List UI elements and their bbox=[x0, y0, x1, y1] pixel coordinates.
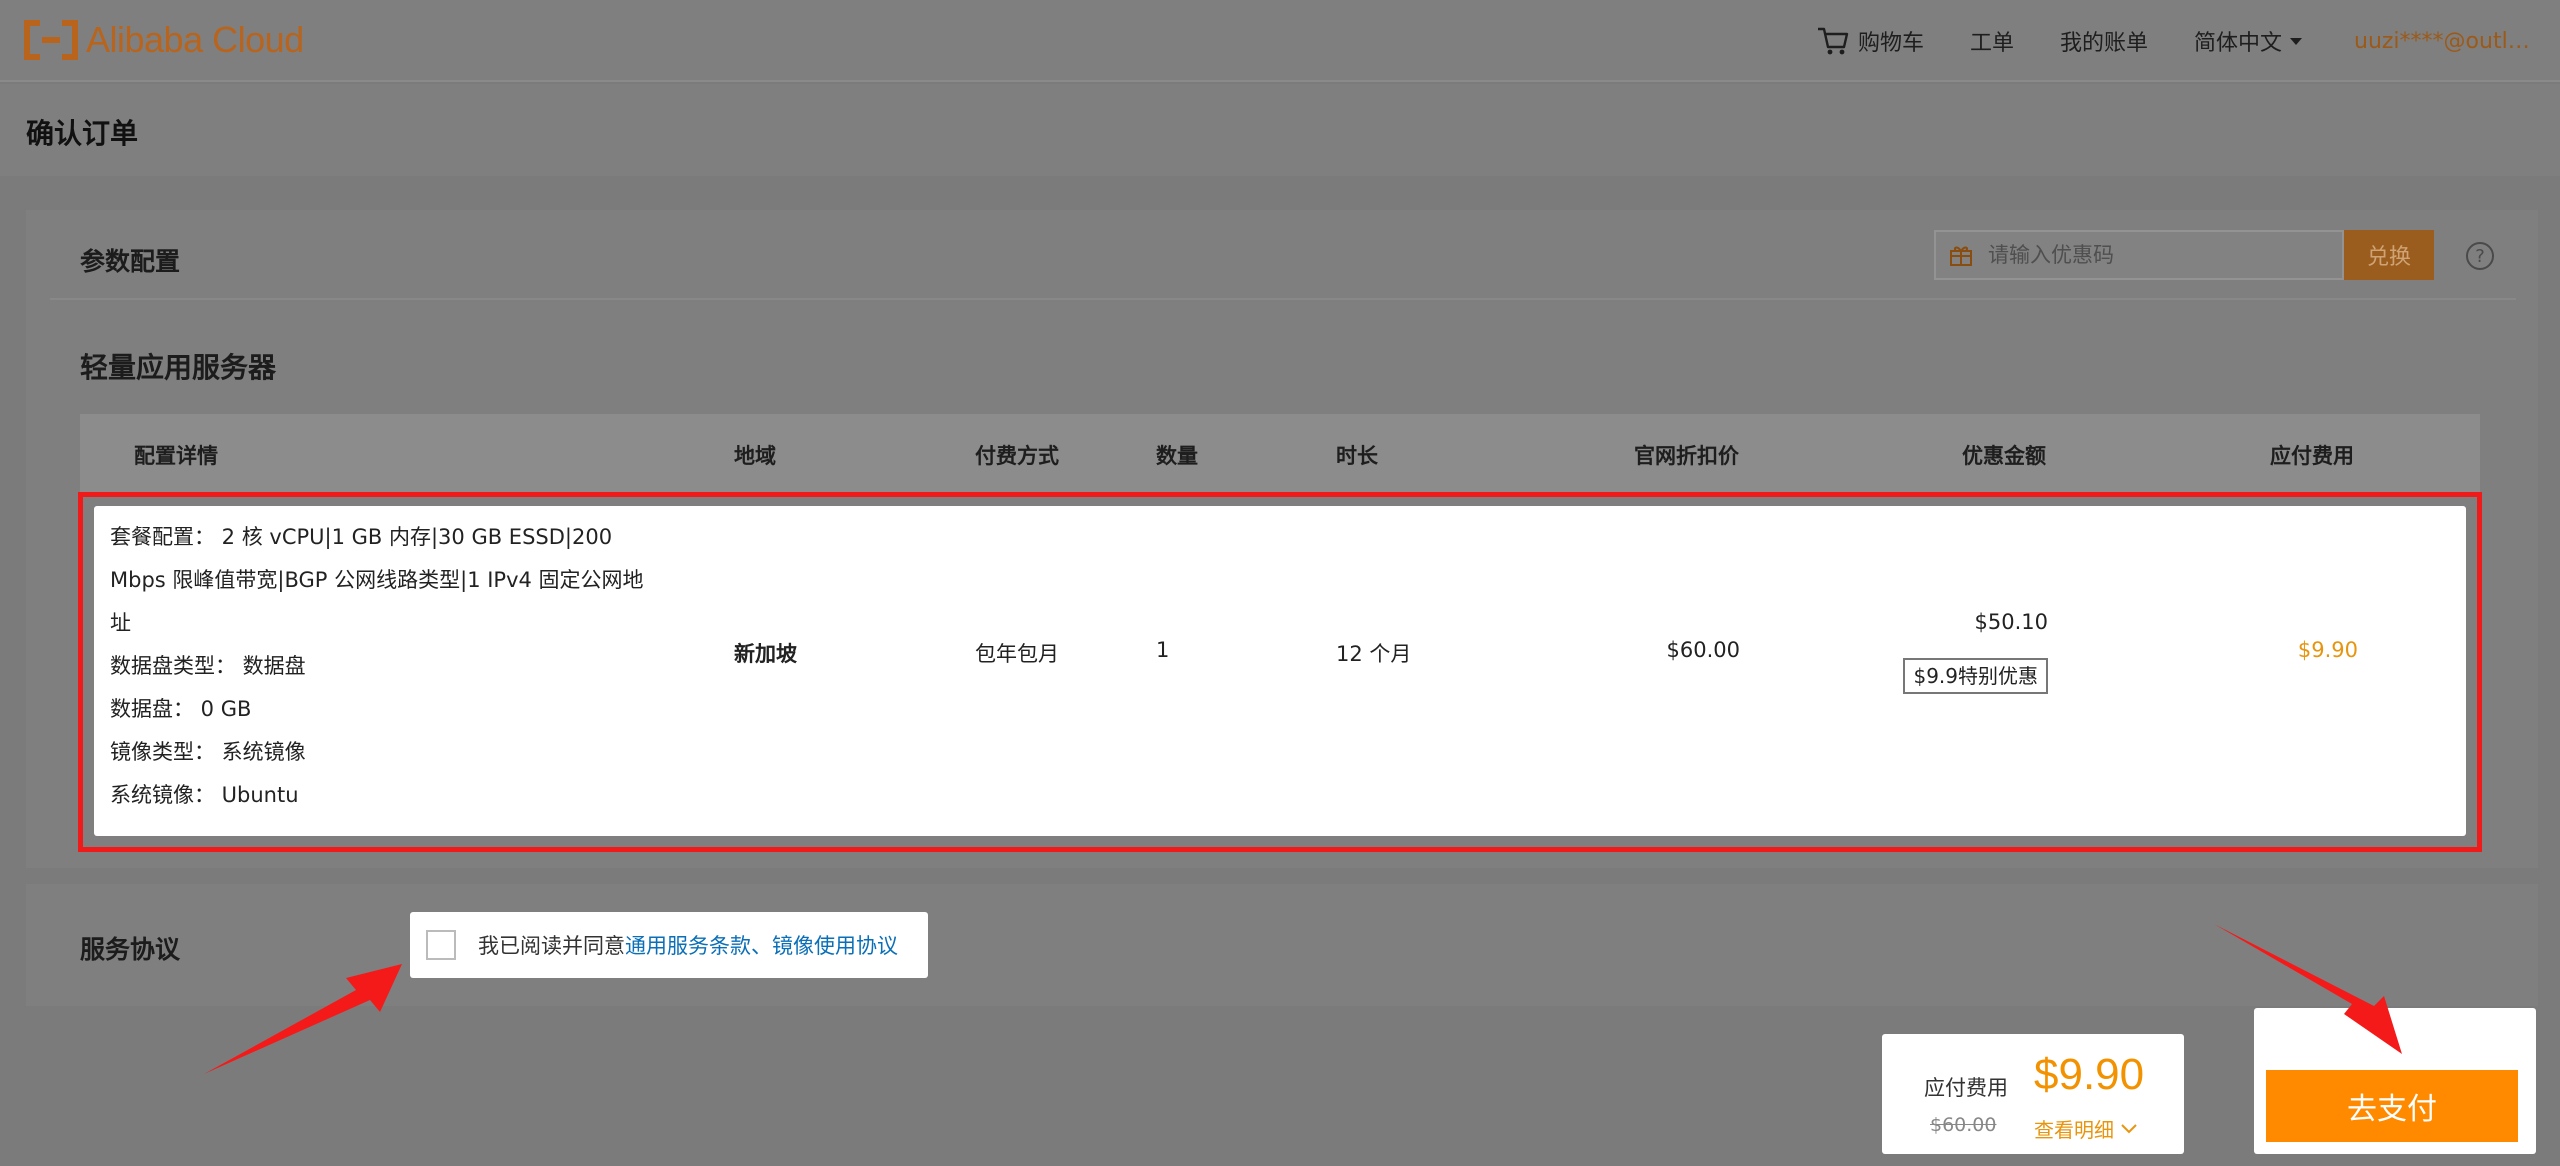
payable-value: $9.90 bbox=[2297, 638, 2358, 662]
coupon-field bbox=[1934, 230, 2344, 280]
billing-value: 包年包月 bbox=[975, 642, 1059, 666]
summary-label: 应付费用 bbox=[1924, 1076, 2008, 1100]
column-header-list-price: 官网折扣价 bbox=[1634, 444, 1739, 468]
language-selector[interactable]: 简体中文 bbox=[2194, 25, 2302, 57]
quantity-value: 1 bbox=[1156, 638, 1170, 662]
product-title: 轻量应用服务器 bbox=[80, 351, 277, 384]
detail-line: 址 bbox=[110, 611, 131, 635]
column-header-billing: 付费方式 bbox=[975, 444, 1059, 468]
price-summary: 应付费用 $9.90 $60.00 查看明细 bbox=[1882, 1034, 2184, 1154]
user-account-menu[interactable]: uuzi****@outlo... bbox=[2354, 29, 2534, 54]
terms-link[interactable]: 通用服务条款、镜像使用协议 bbox=[625, 930, 898, 960]
coupon-input[interactable] bbox=[1988, 232, 2342, 278]
page-title-bar: 确认订单 bbox=[0, 84, 2560, 176]
duration-value: 12 个月 bbox=[1336, 642, 1412, 666]
agreement-checkbox[interactable] bbox=[426, 930, 456, 960]
nav-cart-label: 购物车 bbox=[1857, 31, 1924, 56]
agreement-label: 服务协议 bbox=[80, 935, 181, 964]
column-header-quantity: 数量 bbox=[1156, 444, 1198, 468]
config-details: 套餐配置： 2 核 vCPU|1 GB 内存|30 GB ESSD|200 Mb… bbox=[110, 516, 670, 817]
detail-line: 系统镜像： Ubuntu bbox=[110, 783, 299, 807]
top-navigation-bar: Alibaba Cloud 购物车 工单 我的账单 简体中文 uuzi****@… bbox=[0, 0, 2560, 82]
page-title: 确认订单 bbox=[26, 117, 139, 150]
agreement-section: 服务协议 我已阅读并同意 通用服务条款、镜像使用协议 bbox=[26, 884, 2538, 1006]
redeem-button[interactable]: 兑换 bbox=[2344, 230, 2434, 280]
view-details-label: 查看明细 bbox=[2034, 1118, 2114, 1142]
divider bbox=[50, 298, 2516, 300]
column-header-region: 地域 bbox=[734, 444, 776, 468]
agreement-text: 我已阅读并同意 bbox=[478, 934, 625, 958]
detail-line: Mbps 限峰值带宽|BGP 公网线路类型|1 IPv4 固定公网地 bbox=[110, 568, 644, 592]
gift-icon bbox=[1950, 246, 1972, 266]
detail-line: 数据盘： 0 GB bbox=[110, 697, 252, 721]
chevron-down-icon bbox=[2290, 37, 2302, 45]
order-table-header: 配置详情 地域 付费方式 数量 时长 官网折扣价 优惠金额 应付费用 bbox=[80, 414, 2480, 496]
column-header-config: 配置详情 bbox=[134, 444, 218, 468]
chevron-down-icon bbox=[2121, 1123, 2137, 1133]
order-config-card: 参数配置 兑换 ? 轻量应用服务器 配置详情 地域 付费方式 数量 时长 官网折… bbox=[26, 210, 2538, 868]
header-nav: 购物车 工单 我的账单 简体中文 uuzi****@outlo... bbox=[1770, 0, 2534, 82]
summary-price: $9.90 bbox=[2034, 1050, 2145, 1099]
language-label: 简体中文 bbox=[2193, 31, 2282, 56]
alibaba-cloud-logo[interactable]: Alibaba Cloud bbox=[24, 18, 304, 62]
detail-line: 数据盘类型： 数据盘 bbox=[110, 654, 306, 678]
promo-badge: $9.9特别优惠 bbox=[1903, 658, 2048, 694]
detail-line: 套餐配置： 2 核 vCPU|1 GB 内存|30 GB ESSD|200 bbox=[110, 525, 613, 549]
column-header-discount: 优惠金额 bbox=[1962, 444, 2046, 468]
pay-button-container: 去支付 bbox=[2254, 1008, 2536, 1154]
alibaba-logo-icon bbox=[24, 20, 78, 60]
nav-cart[interactable]: 购物车 bbox=[1816, 25, 1924, 57]
help-icon[interactable]: ? bbox=[2466, 242, 2494, 270]
list-price-value: $60.00 bbox=[1666, 638, 1740, 662]
column-header-payable: 应付费用 bbox=[2270, 444, 2354, 468]
discount-amount: $50.10 bbox=[1974, 610, 2048, 634]
detail-line: 镜像类型： 系统镜像 bbox=[110, 740, 306, 764]
pay-button[interactable]: 去支付 bbox=[2266, 1070, 2518, 1142]
agreement-box: 我已阅读并同意 通用服务条款、镜像使用协议 bbox=[410, 912, 928, 978]
table-row: 套餐配置： 2 核 vCPU|1 GB 内存|30 GB ESSD|200 Mb… bbox=[94, 506, 2466, 836]
logo-text: Alibaba Cloud bbox=[86, 19, 304, 60]
region-value: 新加坡 bbox=[734, 642, 797, 666]
shopping-cart-icon bbox=[1817, 27, 1849, 55]
original-price: $60.00 bbox=[1930, 1114, 1997, 1136]
view-details-link[interactable]: 查看明细 bbox=[2034, 1114, 2138, 1143]
nav-bill[interactable]: 我的账单 bbox=[2060, 25, 2148, 57]
nav-ticket[interactable]: 工单 bbox=[1970, 25, 2014, 57]
column-header-duration: 时长 bbox=[1336, 444, 1378, 468]
config-section-label: 参数配置 bbox=[80, 247, 181, 276]
